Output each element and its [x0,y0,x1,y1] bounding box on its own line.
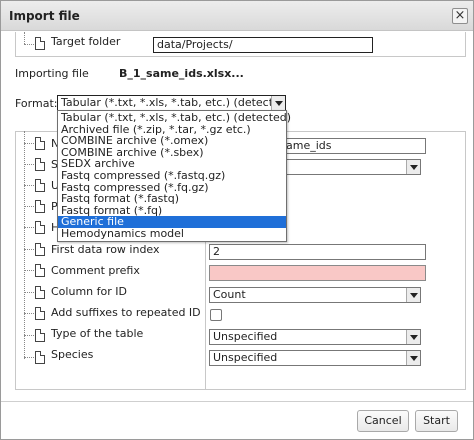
tree-frame-left [15,32,16,57]
importing-file-name: B_1_same_ids.xlsx... [119,67,244,80]
chevron-down-icon[interactable] [406,351,420,365]
chevron-down-icon[interactable] [406,288,420,302]
file-icon [35,286,45,299]
file-icon [35,221,45,234]
comment-prefix-label: Comment prefix [51,264,140,277]
species-select[interactable]: Unspecified [209,350,421,366]
file-icon [35,329,45,342]
column-for-id-value: Count [213,288,246,301]
file-icon [35,243,45,256]
type-of-table-select[interactable]: Unspecified [209,329,421,345]
file-icon [35,137,45,150]
footer-divider [1,401,473,402]
properties-frame-left [15,131,16,389]
file-icon [35,351,45,364]
tree-connector [24,249,34,250]
properties-frame-right [465,131,466,389]
chevron-down-icon[interactable] [271,96,285,110]
file-icon [35,37,45,50]
cancel-button[interactable]: Cancel [357,410,409,432]
format-selected-value: Tabular (*.txt, *.xls, *.tab, etc.) (det… [61,96,286,109]
file-icon [35,264,45,277]
species-label: Species [51,348,94,361]
file-icon [35,158,45,171]
tree-connector [24,32,25,44]
tree-connector [24,270,34,271]
type-of-table-label: Type of the table [51,327,144,340]
dialog-title: Import file [9,9,80,23]
tree-connector [24,335,34,336]
column-for-id-label: Column for ID [51,285,127,298]
start-button[interactable]: Start [415,410,458,432]
species-value: Unspecified [213,351,278,364]
name-input-value: ame_ids [286,139,332,152]
first-data-row-label: First data row index [51,243,160,256]
file-icon [35,200,45,213]
add-suffixes-label: Add suffixes to repeated ID [51,306,201,319]
tree-connector [24,357,34,358]
tree-frame-bottom [15,56,466,57]
file-icon [35,179,45,192]
target-folder-input[interactable]: data/Projects/ [153,37,373,53]
type-of-table-value: Unspecified [213,330,278,343]
properties-frame-bottom [15,389,466,390]
format-option[interactable]: Tabular (*.txt, *.xls, *.tab, etc.) (det… [58,112,291,124]
tree-connector [24,143,34,144]
tree-connector [24,227,34,228]
tree-connector [24,313,34,314]
tree-connector [24,44,34,45]
tree-connector [24,206,34,207]
format-select[interactable]: Tabular (*.txt, *.xls, *.tab, etc.) (det… [57,95,286,111]
add-suffixes-checkbox[interactable] [210,309,222,321]
close-icon[interactable]: × [452,8,468,24]
format-option[interactable]: Hemodynamics model [58,228,286,240]
tree-connector [24,164,34,165]
format-dropdown-list: Tabular (*.txt, *.xls, *.tab, etc.) (det… [57,110,291,242]
first-data-row-input[interactable]: 2 [209,244,426,260]
column-for-id-select[interactable]: Count [209,287,421,303]
format-option[interactable]: Fastq compressed (*.fastq.gz) [58,170,286,182]
chevron-down-icon[interactable] [406,330,420,344]
importing-file-label: Importing file [15,67,89,80]
format-option[interactable]: Fastq format (*.fastq) [58,193,286,205]
chevron-down-icon[interactable] [406,160,420,174]
file-icon [35,307,45,320]
import-file-dialog: Import file × Target folder data/Project… [0,0,474,440]
tree-frame-right [465,32,466,57]
dialog-titlebar[interactable]: Import file × [1,1,473,31]
comment-prefix-input[interactable] [209,265,426,281]
tree-connector [24,185,34,186]
tree-connector [24,131,25,359]
format-label: Format: [15,97,58,110]
tree-connector [24,292,34,293]
target-folder-label: Target folder [51,35,121,48]
